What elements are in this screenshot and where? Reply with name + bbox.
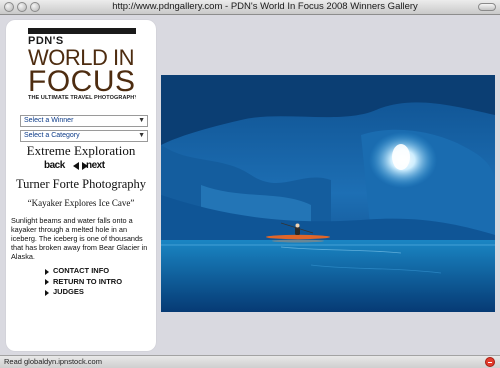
status-bar: Read globaldyn.ipnstock.com <box>0 355 500 368</box>
back-link[interactable]: back <box>44 160 65 171</box>
photo-caption: Sunlight beams and water falls onto a ka… <box>11 216 148 261</box>
stop-loading-icon[interactable] <box>485 357 495 367</box>
minimize-window-icon[interactable] <box>17 2 27 12</box>
judges-link[interactable]: JUDGES <box>45 287 122 298</box>
category-title: Extreme Exploration <box>26 143 136 158</box>
contact-info-label: CONTACT INFO <box>53 266 110 275</box>
return-to-intro-label: RETURN TO INTRO <box>53 276 123 286</box>
side-panel: PDN'S WORLD IN FOCUS THE ULTIMATE TRAVEL… <box>6 20 156 351</box>
footer-links: CONTACT INFO RETURN TO INTRO JUDGES <box>45 266 122 298</box>
status-text: Read globaldyn.ipnstock.com <box>4 357 102 366</box>
photo-title: “Kayaker Explores Ice Cave” <box>27 198 135 208</box>
select-category-dropdown[interactable]: Select a Category ▼ <box>20 130 148 142</box>
gallery-navigation: back next <box>44 160 124 172</box>
window-controls <box>4 2 40 12</box>
arrow-right-icon <box>45 279 49 285</box>
chevron-down-icon: ▼ <box>138 132 145 139</box>
back-arrow-icon[interactable] <box>73 162 79 170</box>
ice-cave-photo-image <box>161 75 495 312</box>
arrow-right-icon <box>45 268 49 275</box>
logo-tagline: THE ULTIMATE TRAVEL PHOTOGRAPHY CONTEST <box>28 95 136 101</box>
select-winner-dropdown[interactable]: Select a Winner ▼ <box>20 115 148 127</box>
page-content: PDN'S WORLD IN FOCUS THE ULTIMATE TRAVEL… <box>0 16 500 355</box>
chevron-down-icon: ▼ <box>138 117 145 124</box>
logo-focus-text: FOCUS <box>28 65 136 98</box>
world-in-focus-logo[interactable]: PDN'S WORLD IN FOCUS THE ULTIMATE TRAVEL… <box>28 28 136 110</box>
gallery-photo <box>161 75 495 312</box>
zoom-window-icon[interactable] <box>30 2 40 12</box>
next-link[interactable]: next <box>86 160 105 171</box>
arrow-right-icon <box>45 289 49 296</box>
select-winner-value: Select a Winner <box>24 117 74 124</box>
toolbar-toggle-button[interactable] <box>478 3 496 11</box>
contact-info-link[interactable]: CONTACT INFO <box>45 266 122 277</box>
select-category-value: Select a Category <box>24 132 80 139</box>
close-window-icon[interactable] <box>4 2 14 12</box>
judges-label: JUDGES <box>53 287 84 296</box>
window-titlebar: http://www.pdngallery.com - PDN's World … <box>0 0 500 15</box>
return-to-intro-link[interactable]: RETURN TO INTRO <box>45 277 122 288</box>
photographer-name: Turner Forte Photography <box>15 177 147 191</box>
window-title: http://www.pdngallery.com - PDN's World … <box>112 1 418 12</box>
